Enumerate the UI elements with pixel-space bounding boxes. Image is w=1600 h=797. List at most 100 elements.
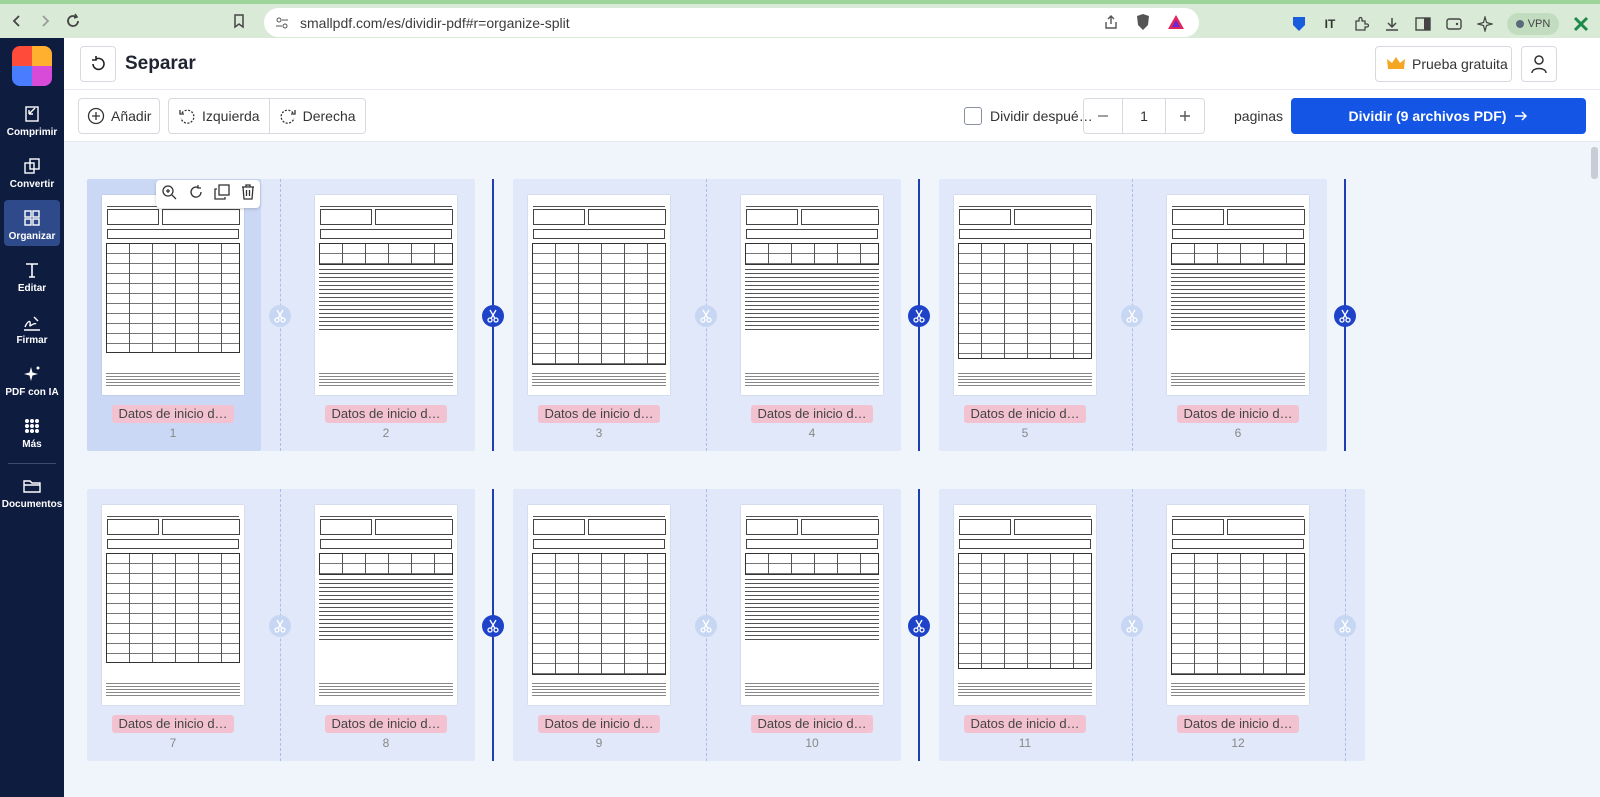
site-settings-icon[interactable] <box>274 15 290 36</box>
reload-icon[interactable] <box>62 10 84 32</box>
rotate-left-button[interactable]: Izquierda <box>169 99 269 133</box>
wallet-icon[interactable] <box>1445 15 1463 33</box>
sidebar-toggle-icon[interactable] <box>1414 15 1432 33</box>
split-after-option[interactable]: Dividir despué… <box>964 107 1093 125</box>
app-sidebar: Comprimir Convertir Organizar Editar Fir… <box>0 38 64 797</box>
page-number: 4 <box>808 426 816 440</box>
sign-icon <box>24 316 40 331</box>
free-trial-button[interactable]: Prueba gratuita <box>1375 46 1512 82</box>
excel-extension-icon[interactable] <box>1572 15 1590 33</box>
bookmark-icon[interactable] <box>228 10 250 32</box>
split-toggle-button[interactable] <box>1334 305 1356 327</box>
page-table <box>106 243 240 353</box>
split-after-checkbox[interactable] <box>964 107 982 125</box>
page-filename-tag: Datos de inicio d… <box>538 715 660 733</box>
increment-button[interactable] <box>1166 99 1204 133</box>
page-thumbnail[interactable] <box>954 195 1096 395</box>
sidebar-item-edit[interactable]: Editar <box>4 252 60 298</box>
pages-unit-label: paginas <box>1234 108 1284 124</box>
vpn-toggle[interactable]: VPN <box>1507 13 1559 35</box>
arrow-right-icon <box>1515 111 1528 121</box>
page-table <box>319 243 453 265</box>
duplicate-page-icon[interactable] <box>214 183 230 205</box>
leo-ai-icon[interactable] <box>1476 15 1494 33</box>
extensions-puzzle-icon[interactable] <box>1352 15 1370 33</box>
forward-icon[interactable] <box>34 10 56 32</box>
split-toggle-button[interactable] <box>1120 615 1143 637</box>
add-file-button[interactable]: Añadir <box>78 98 161 134</box>
account-button[interactable] <box>1521 46 1557 82</box>
page-thumbnail[interactable] <box>954 505 1096 705</box>
page-info-box <box>1014 519 1092 535</box>
page-filename-tag: Datos de inicio d… <box>112 715 234 733</box>
page-info-box <box>1227 209 1305 225</box>
smallpdf-logo[interactable] <box>12 46 52 86</box>
page-thumbnail[interactable] <box>528 195 670 395</box>
page-header-line <box>1172 511 1304 517</box>
page-number: 11 <box>1018 736 1032 750</box>
page-hover-actions <box>156 180 260 208</box>
organize-toolbar: Añadir Izquierda Derecha Dividir despué…… <box>64 90 1600 142</box>
page-footer-text <box>745 373 879 387</box>
share-icon[interactable] <box>1103 14 1119 35</box>
split-toggle-button[interactable] <box>268 305 291 327</box>
page-header-line <box>320 201 452 207</box>
page-number: 8 <box>382 736 390 750</box>
page-info-box <box>162 519 240 535</box>
page-info-box <box>959 209 1011 225</box>
sidebar-item-organize[interactable]: Organizar <box>4 200 60 246</box>
scrollbar[interactable] <box>1591 147 1598 179</box>
back-button[interactable] <box>80 46 116 82</box>
bitwarden-icon[interactable] <box>1290 15 1308 33</box>
page-thumbnail[interactable] <box>741 195 883 395</box>
decrement-button[interactable] <box>1084 99 1122 133</box>
rotate-right-button[interactable]: Derecha <box>268 99 365 133</box>
user-icon <box>1531 55 1547 74</box>
sidebar-item-label: Documentos <box>1 499 63 510</box>
delete-page-icon[interactable] <box>241 183 255 205</box>
page-table <box>745 553 879 575</box>
page-thumbnail[interactable] <box>315 195 457 395</box>
split-toggle-button[interactable] <box>481 615 504 637</box>
vpn-status-icon <box>1515 20 1524 28</box>
page-thumbnail[interactable] <box>528 505 670 705</box>
split-toggle-button[interactable] <box>268 615 291 637</box>
page-info-box <box>533 519 585 535</box>
page-thumbnail[interactable] <box>102 195 244 395</box>
sidebar-item-more[interactable]: Más <box>4 408 60 454</box>
split-pdf-button[interactable]: Dividir (9 archivos PDF) <box>1291 98 1586 134</box>
page-info-box <box>533 209 585 225</box>
sidebar-item-documents[interactable]: Documentos <box>1 468 63 514</box>
rotate-left-icon <box>179 109 195 124</box>
page-thumbnail[interactable] <box>315 505 457 705</box>
sidebar-item-ai-pdf[interactable]: PDF con IA <box>4 356 60 402</box>
brave-shield-icon[interactable] <box>1135 13 1151 36</box>
split-toggle-button[interactable] <box>1334 615 1356 637</box>
back-icon[interactable] <box>6 10 28 32</box>
rotate-page-icon[interactable] <box>188 184 204 205</box>
sidebar-item-convert[interactable]: Convertir <box>4 148 60 194</box>
app-header: Separar Prueba gratuita <box>64 38 1600 90</box>
page-thumbnail[interactable] <box>102 505 244 705</box>
pages-count-input[interactable]: 1 <box>1122 99 1166 133</box>
scissors-icon <box>912 309 925 323</box>
url-text[interactable]: smallpdf.com/es/dividir-pdf#r=organize-s… <box>300 15 570 31</box>
sidebar-item-sign[interactable]: Firmar <box>4 304 60 350</box>
split-toggle-button[interactable] <box>481 305 504 327</box>
split-toggle-button[interactable] <box>907 615 930 637</box>
split-after-label: Dividir despué… <box>990 108 1093 124</box>
split-toggle-button[interactable] <box>694 615 717 637</box>
split-toggle-button[interactable] <box>1120 305 1143 327</box>
translate-extension-icon[interactable]: IT <box>1321 15 1339 33</box>
page-thumbnail[interactable] <box>741 505 883 705</box>
split-toggle-button[interactable] <box>907 305 930 327</box>
zoom-in-icon[interactable] <box>161 184 177 205</box>
sidebar-item-compress[interactable]: Comprimir <box>4 96 60 142</box>
page-info-box <box>107 209 159 225</box>
page-thumbnail[interactable] <box>1167 505 1309 705</box>
split-toggle-button[interactable] <box>694 305 717 327</box>
address-bar[interactable]: smallpdf.com/es/dividir-pdf#r=organize-s… <box>264 8 1199 37</box>
download-icon[interactable] <box>1383 15 1401 33</box>
brave-rewards-icon[interactable] <box>1167 14 1185 35</box>
page-thumbnail[interactable] <box>1167 195 1309 395</box>
